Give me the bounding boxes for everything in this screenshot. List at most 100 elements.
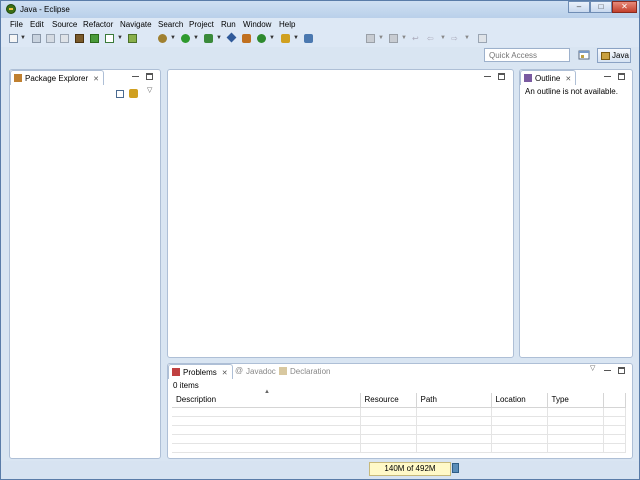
tab-problems[interactable]: Problems ✕ (168, 364, 233, 379)
last-edit-icon[interactable]: ↩ (412, 34, 421, 43)
maximize-outline-icon[interactable] (618, 73, 625, 80)
close-window-button[interactable]: ✕ (612, 1, 637, 13)
menu-search[interactable]: Search (158, 20, 183, 29)
quick-access-bar: Java (1, 47, 639, 67)
open-perspective-icon[interactable] (578, 49, 592, 62)
prev-annotation-icon[interactable] (389, 34, 398, 43)
task-icon[interactable] (105, 34, 114, 43)
outline-header: Outline ✕ (520, 70, 632, 85)
menu-file[interactable]: File (10, 20, 23, 29)
collapse-all-icon[interactable] (116, 90, 124, 98)
back-icon[interactable]: ⇦ (427, 34, 436, 43)
window-title: Java - Eclipse (20, 5, 70, 14)
new-java-project-icon[interactable] (90, 34, 99, 43)
table-row (172, 407, 626, 417)
javadoc-label: Javadoc (246, 367, 276, 376)
menu-window[interactable]: Window (243, 20, 271, 29)
problems-count: 0 items (173, 381, 199, 390)
new-dropdown-icon[interactable]: ▼ (20, 35, 26, 41)
editor-area (167, 69, 514, 358)
column-resource[interactable]: Resource (360, 393, 417, 408)
maximize-view-icon[interactable] (146, 73, 153, 80)
eclipse-logo-icon (6, 4, 16, 14)
next-annotation-dropdown-icon[interactable]: ▼ (378, 35, 384, 41)
tab-declaration[interactable]: Declaration (276, 364, 334, 379)
outline-icon (524, 74, 532, 82)
minimize-problems-icon[interactable] (604, 367, 611, 371)
back-dropdown-icon[interactable]: ▼ (440, 35, 446, 41)
menu-navigate[interactable]: Navigate (120, 20, 152, 29)
column-location[interactable]: Location (491, 393, 548, 408)
search-icon[interactable] (281, 34, 290, 43)
coverage-icon[interactable] (242, 34, 251, 43)
prev-annotation-dropdown-icon[interactable]: ▼ (401, 35, 407, 41)
forward-dropdown-icon[interactable]: ▼ (464, 35, 470, 41)
search-dropdown-icon[interactable]: ▼ (293, 35, 299, 41)
close-outline-icon[interactable]: ✕ (565, 76, 571, 83)
maximize-problems-icon[interactable] (618, 367, 625, 374)
coverage-run-icon[interactable] (257, 34, 266, 43)
minimize-editor-icon[interactable] (484, 73, 491, 77)
maximize-editor-icon[interactable] (498, 73, 505, 80)
package-explorer-label: Package Explorer (25, 74, 89, 83)
forward-icon[interactable]: ⇨ (451, 34, 460, 43)
sort-indicator-icon: ▲ (264, 389, 270, 395)
problems-view-menu-icon[interactable]: ▽ (590, 364, 595, 372)
menu-refactor[interactable]: Refactor (83, 20, 113, 29)
open-task-icon[interactable] (304, 34, 313, 43)
heap-status: 140M of 492M (369, 462, 451, 476)
declaration-label: Declaration (290, 367, 331, 376)
java-perspective-label: Java (612, 51, 629, 60)
link-with-editor-icon[interactable] (129, 89, 138, 98)
save-all-icon[interactable] (46, 34, 55, 43)
new-icon[interactable] (9, 34, 18, 43)
quick-access-input[interactable] (484, 48, 570, 62)
package-explorer-header: Package Explorer ✕ (10, 70, 160, 85)
column-type[interactable]: Type (547, 393, 604, 408)
java-perspective-button[interactable]: Java (597, 48, 631, 63)
task-dropdown-icon[interactable]: ▼ (117, 35, 123, 41)
tab-outline[interactable]: Outline ✕ (520, 70, 577, 85)
menu-source[interactable]: Source (52, 20, 77, 29)
minimize-outline-icon[interactable] (604, 73, 611, 77)
bottom-panel: Problems ✕ @ Javadoc Declaration ▽ 0 item… (167, 363, 633, 459)
column-path[interactable]: Path (416, 393, 492, 408)
minimize-view-icon[interactable] (132, 73, 139, 77)
table-row (172, 443, 626, 453)
open-type-icon[interactable] (75, 34, 84, 43)
close-problems-icon[interactable]: ✕ (222, 370, 228, 377)
menu-project[interactable]: Project (189, 20, 214, 29)
problems-icon (172, 368, 180, 376)
new-class-icon[interactable] (128, 34, 137, 43)
maximize-window-button[interactable]: □ (590, 1, 612, 13)
tab-javadoc[interactable]: @ Javadoc (232, 364, 280, 379)
menu-run[interactable]: Run (221, 20, 236, 29)
outline-view: Outline ✕ An outline is not available. (519, 69, 633, 358)
menu-edit[interactable]: Edit (30, 20, 44, 29)
outline-label: Outline (535, 74, 561, 83)
external-tools-icon[interactable] (204, 34, 213, 43)
skip-breakpoints-icon[interactable] (226, 32, 237, 43)
problems-table: Description Resource Path Location Type (172, 393, 626, 453)
next-annotation-icon[interactable] (366, 34, 375, 43)
run-icon[interactable] (181, 34, 190, 43)
menu-help[interactable]: Help (279, 20, 295, 29)
external-tools-dropdown-icon[interactable]: ▼ (216, 35, 222, 41)
package-explorer-view: Package Explorer ✕ ▽ (9, 69, 161, 459)
title-bar: Java - Eclipse – □ ✕ (1, 1, 639, 18)
debug-dropdown-icon[interactable]: ▼ (170, 35, 176, 41)
run-dropdown-icon[interactable]: ▼ (193, 35, 199, 41)
garbage-collect-icon[interactable] (452, 463, 459, 473)
column-filler (603, 393, 626, 408)
tab-package-explorer[interactable]: Package Explorer ✕ (10, 70, 105, 85)
close-package-explorer-icon[interactable]: ✕ (93, 76, 99, 83)
status-bar: 140M of 492M (1, 461, 639, 479)
save-icon[interactable] (32, 34, 41, 43)
pin-editor-icon[interactable] (478, 34, 487, 43)
view-menu-icon[interactable]: ▽ (147, 86, 152, 94)
minimize-window-button[interactable]: – (568, 1, 590, 13)
column-description[interactable]: Description (172, 393, 361, 408)
print-icon[interactable] (60, 34, 69, 43)
coverage-dropdown-icon[interactable]: ▼ (269, 35, 275, 41)
debug-icon[interactable] (158, 34, 167, 43)
